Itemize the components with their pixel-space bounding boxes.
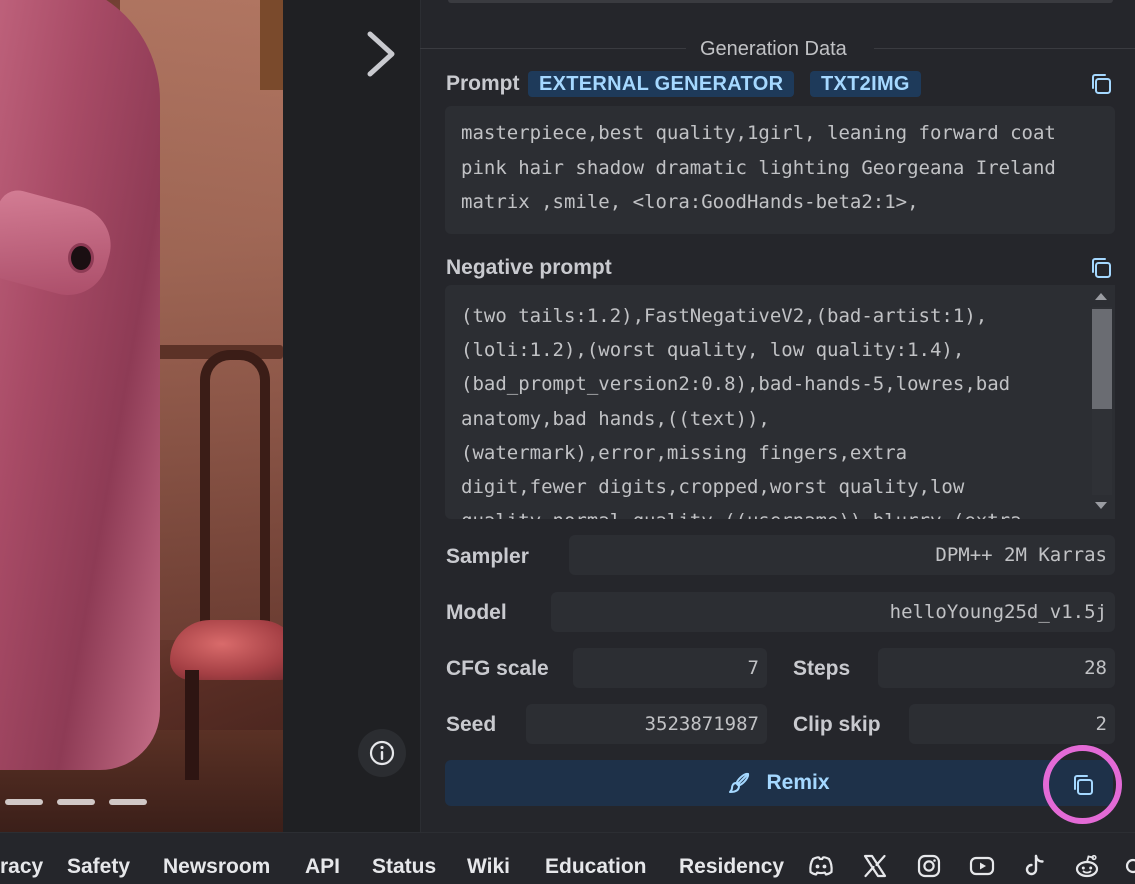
next-image-chevron-icon[interactable] xyxy=(360,28,400,80)
model-label: Model xyxy=(446,601,507,624)
clip-skip-value: 2 xyxy=(909,704,1115,744)
carousel-dot[interactable] xyxy=(109,799,147,805)
app-root: Generation Data Prompt EXTERNAL GENERATO… xyxy=(0,0,1135,884)
negative-prompt-text[interactable]: (two tails:1.2),FastNegativeV2,(bad-arti… xyxy=(445,285,1088,519)
sampler-label: Sampler xyxy=(446,545,529,568)
section-divider-left xyxy=(420,48,686,49)
section-title: Generation Data xyxy=(700,38,847,60)
prompt-text[interactable]: masterpiece,best quality,1girl, leaning … xyxy=(445,106,1115,234)
image-window-frame xyxy=(260,0,283,90)
copy-prompt-icon[interactable] xyxy=(1089,72,1113,96)
footer-link-privacy[interactable]: racy xyxy=(0,855,43,879)
footer-link-safety[interactable]: Safety xyxy=(67,855,130,879)
carousel-indicators[interactable] xyxy=(5,799,147,805)
instagram-icon[interactable] xyxy=(915,852,943,880)
info-button[interactable] xyxy=(358,729,406,777)
scroll-thumb[interactable] xyxy=(1092,309,1112,409)
generated-image[interactable] xyxy=(0,0,283,832)
clip-skip-label: Clip skip xyxy=(793,713,881,736)
remix-label: Remix xyxy=(766,771,830,794)
cfg-scale-label: CFG scale xyxy=(446,657,549,680)
carousel-dot[interactable] xyxy=(5,799,43,805)
steps-label: Steps xyxy=(793,657,851,680)
youtube-icon[interactable] xyxy=(968,852,996,880)
footer-link-status[interactable]: Status xyxy=(372,855,436,879)
sampler-value: DPM++ 2M Karras xyxy=(569,535,1115,575)
discord-icon[interactable] xyxy=(807,852,835,880)
external-generator-badge: EXTERNAL GENERATOR xyxy=(528,71,795,97)
footer-link-api[interactable]: API xyxy=(305,855,340,879)
seed-label: Seed xyxy=(446,713,497,736)
image-pink-coat xyxy=(0,0,160,770)
scroll-up-arrow-icon[interactable] xyxy=(1095,293,1107,300)
carousel-dot[interactable] xyxy=(57,799,95,805)
copy-negative-prompt-icon[interactable] xyxy=(1089,256,1113,280)
cfg-scale-value: 7 xyxy=(573,648,767,688)
footer-link-wiki[interactable]: Wiki xyxy=(467,855,510,879)
negative-prompt-label: Negative prompt xyxy=(446,256,612,279)
brush-icon xyxy=(729,772,750,793)
remix-button[interactable]: Remix xyxy=(445,760,1113,806)
more-socials-icon[interactable] xyxy=(1124,852,1135,880)
tiktok-icon[interactable] xyxy=(1021,852,1049,880)
seed-value: 3523871987 xyxy=(526,704,767,744)
image-coat-button xyxy=(68,243,94,273)
footer-link-newsroom[interactable]: Newsroom xyxy=(163,855,270,879)
panel-top-edge xyxy=(448,0,1113,3)
footer-link-residency[interactable]: Residency xyxy=(679,855,784,879)
image-chair-leg xyxy=(185,670,199,780)
info-icon xyxy=(369,740,395,766)
steps-value: 28 xyxy=(878,648,1115,688)
negative-prompt-scrollbar[interactable] xyxy=(1088,285,1115,519)
txt2img-badge: TXT2IMG xyxy=(810,71,921,97)
x-icon[interactable] xyxy=(861,852,889,880)
image-nav-strip xyxy=(283,0,420,832)
section-divider-right xyxy=(874,48,1135,49)
image-chair-back xyxy=(200,350,270,650)
reddit-icon[interactable] xyxy=(1073,852,1101,880)
prompt-label: Prompt xyxy=(446,72,520,95)
model-value[interactable]: helloYoung25d_v1.5j xyxy=(551,592,1115,632)
copy-generation-data-button[interactable] xyxy=(1043,745,1122,824)
footer-link-education[interactable]: Education xyxy=(545,855,647,879)
copy-icon xyxy=(1073,774,1093,795)
scroll-down-arrow-icon[interactable] xyxy=(1095,502,1107,509)
